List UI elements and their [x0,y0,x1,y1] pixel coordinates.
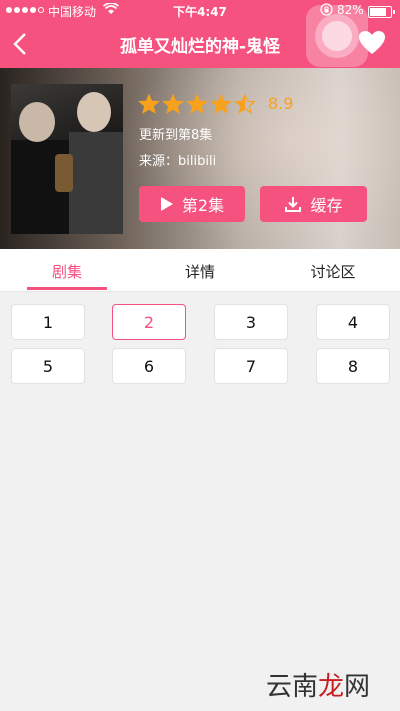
source-label: 来源：bilibili [139,154,217,169]
star-rating [138,94,256,114]
tab-details[interactable]: 详情 [160,261,240,282]
play-icon [160,197,173,211]
episode-button[interactable]: 4 [316,304,390,340]
star-icon [210,94,232,114]
episode-button[interactable]: 2 [112,304,186,340]
episode-button[interactable]: 5 [11,348,85,384]
tab-discussion[interactable]: 讨论区 [293,261,373,282]
poster-image [11,84,123,234]
page-title: 孤单又灿烂的神-鬼怪 [119,37,281,57]
watermark-text-c: 网 [344,672,371,702]
back-button[interactable] [12,32,36,58]
star-icon [138,94,160,114]
battery-icon [368,6,395,18]
chevron-left-icon [13,33,26,55]
episode-button[interactable]: 6 [112,348,186,384]
cache-button[interactable]: 缓存 [260,186,367,222]
rating-score: 8.9 [268,94,294,113]
cache-button-label: 缓存 [310,196,343,215]
watermark-text-b: 龙 [318,672,345,702]
watermark: 云南龙网 [266,666,370,703]
episode-button[interactable]: 1 [11,304,85,340]
watermark-text-a: 云南 [266,672,319,702]
update-status: 更新到第8集 [139,128,213,143]
episode-button[interactable]: 3 [214,304,288,340]
tab-bar: 剧集 详情 讨论区 [0,249,400,292]
star-icon [162,94,184,114]
download-icon [285,197,302,212]
play-episode-button[interactable]: 第2集 [139,186,245,222]
favorite-button[interactable] [358,30,386,56]
tab-episodes[interactable]: 剧集 [27,261,107,282]
header-bar: 中国移动 下午4:47 82% 孤单又灿烂的神-鬼怪 [0,0,400,68]
episode-button[interactable]: 7 [214,348,288,384]
play-button-label: 第2集 [181,196,225,215]
star-icon [234,94,256,114]
active-tab-indicator [27,287,107,290]
episode-button[interactable]: 8 [316,348,390,384]
star-icon [186,94,208,114]
heart-icon [359,31,385,54]
